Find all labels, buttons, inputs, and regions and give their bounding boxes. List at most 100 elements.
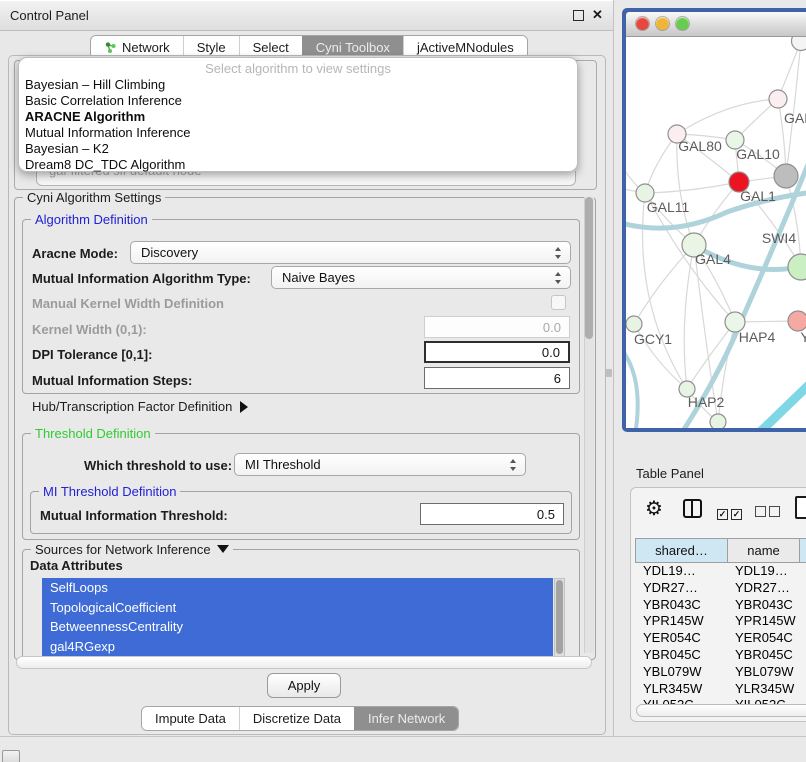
node-label-HAP2: HAP2 [688, 394, 725, 410]
kernel-width-label: Kernel Width (0,1): [32, 322, 147, 337]
table-cell: YER054C [735, 630, 793, 647]
column-header-name[interactable]: name [728, 538, 800, 563]
data-attributes-list[interactable]: SelfLoopsTopologicalCoefficientBetweenne… [42, 578, 553, 657]
table-cell: YLR345W [643, 681, 702, 698]
aracne-mode-label: Aracne Mode: [32, 246, 118, 261]
network-selector-combobox[interactable]: gal-filtered sif default node [36, 171, 576, 186]
gear-icon[interactable]: ⚙ [645, 496, 663, 521]
network-window-titlebar[interactable] [626, 12, 806, 37]
table-horizontal-scrollbar[interactable] [636, 704, 806, 717]
minimize-traffic-light[interactable] [656, 17, 669, 30]
network-edge[interactable] [643, 193, 687, 389]
close-icon[interactable]: ✕ [592, 7, 603, 23]
algorithm-option[interactable]: ARACNE Algorithm [19, 109, 577, 125]
algorithm-option[interactable]: Bayesian – K2 [19, 141, 577, 157]
tab-infer-network[interactable]: Infer Network [354, 707, 458, 730]
mi-type-combobox[interactable]: Naive Bayes [271, 266, 571, 289]
table-row[interactable]: YBR045CYBR045C9. [635, 647, 806, 664]
table-cell: YBR043C [643, 597, 701, 614]
apply-button[interactable]: Apply [267, 673, 341, 698]
table-cell: YIL052C [643, 697, 694, 704]
data-attribute-item[interactable]: gal4RGexp [42, 637, 553, 657]
columns-icon[interactable] [683, 499, 702, 518]
aracne-mode-combobox[interactable]: Discovery [130, 241, 571, 264]
network-edge[interactable] [626, 345, 638, 428]
algorithm-option[interactable]: Basic Correlation Inference [19, 93, 577, 109]
kernel-width-field[interactable]: 0.0 [424, 316, 570, 338]
table-cell: YPR145W [735, 613, 796, 630]
tab-impute-data[interactable]: Impute Data [142, 707, 239, 730]
table-cell: YDL19… [643, 563, 696, 580]
network-edge[interactable] [645, 182, 739, 193]
network-node[interactable] [710, 414, 726, 428]
attributes-scrollbar[interactable] [554, 578, 565, 657]
mi-threshold-field[interactable]: 0.5 [420, 503, 564, 525]
network-node-Y[interactable] [788, 311, 806, 331]
table-cell: YLR345W [735, 681, 794, 698]
network-edge[interactable] [645, 134, 677, 193]
settings-horizontal-scrollbar[interactable] [16, 656, 592, 669]
algorithm-option[interactable]: Dream8 DC_TDC Algorithm [19, 157, 577, 173]
table-row[interactable]: YLR345WYLR345W9. [635, 681, 806, 698]
column-header-A[interactable]: A [800, 538, 806, 563]
hub-definition-expander[interactable]: Hub/Transcription Factor Definition [32, 399, 248, 414]
node-label-Y: Y [800, 329, 806, 345]
column-header-shared[interactable]: shared… [635, 538, 728, 563]
minimized-panel-icon[interactable] [2, 750, 20, 762]
aracne-mode-value: Discovery [141, 245, 198, 260]
network-node-SWI4[interactable] [788, 254, 806, 280]
table-cell: YER054C [643, 630, 701, 647]
network-node[interactable] [792, 37, 806, 51]
which-threshold-combobox[interactable]: MI Threshold [234, 453, 526, 476]
mi-steps-field[interactable]: 6 [424, 367, 570, 389]
table-row[interactable]: YIL052CYIL052C9 [635, 697, 806, 704]
mi-type-value: Naive Bayes [282, 270, 355, 285]
node-label-GCY1: GCY1 [634, 331, 672, 347]
data-attribute-item[interactable]: SelfLoops [42, 578, 553, 598]
node-label-GAL80: GAL80 [678, 138, 722, 154]
attributes-scrollbar-thumb[interactable] [556, 580, 563, 654]
data-attribute-item[interactable]: TopologicalCoefficient [42, 598, 553, 618]
tab-label: Discretize Data [253, 711, 341, 726]
sources-legend: Sources for Network Inference [31, 542, 233, 557]
node-label-GAL4: GAL4 [695, 251, 731, 267]
split-pane-handle[interactable] [606, 369, 612, 377]
deselect-all-columns-icon[interactable] [755, 504, 783, 522]
network-canvas[interactable]: GALGAL80GAL10GAL1GAL11GAL4SWI4GCY1HAP4YH… [626, 37, 806, 428]
dpi-tolerance-field[interactable]: 0.0 [424, 341, 570, 363]
settings-scrollbar[interactable] [584, 197, 594, 653]
network-edge[interactable] [677, 99, 778, 134]
algorithm-option[interactable]: Mutual Information Inference [19, 125, 577, 141]
network-node-GCY1[interactable] [626, 316, 642, 332]
new-table-icon[interactable] [795, 496, 806, 519]
cyni-algorithm-settings-legend: Cyni Algorithm Settings [23, 190, 165, 205]
expand-right-icon[interactable] [240, 401, 248, 413]
network-edge[interactable] [760, 378, 806, 428]
table-row[interactable]: YBL079WYBL079W [635, 664, 806, 681]
close-traffic-light[interactable] [636, 17, 649, 30]
algorithm-option[interactable]: Bayesian – Hill Climbing [19, 77, 577, 93]
combobox-stepper-icon [510, 458, 517, 472]
table-row[interactable]: YPR145WYPR145W9. [635, 613, 806, 630]
algorithm-dropdown: Select algorithm to view settings Bayesi… [18, 57, 578, 172]
table-row[interactable]: YDR27…YDR27…12 [635, 580, 806, 597]
table-row[interactable]: YBR043CYBR043C [635, 597, 806, 614]
zoom-traffic-light[interactable] [676, 17, 689, 30]
table-cell: YIL052C [735, 697, 786, 704]
float-window-icon[interactable] [573, 10, 584, 21]
tab-discretize-data[interactable]: Discretize Data [239, 707, 354, 730]
settings-scrollbar-thumb[interactable] [585, 197, 593, 339]
network-node-GAL[interactable] [769, 90, 787, 108]
data-attributes-label: Data Attributes [30, 558, 123, 573]
table-row[interactable]: YER054CYER054C8. [635, 630, 806, 647]
select-all-columns-icon[interactable]: ✓✓ [717, 504, 745, 522]
manual-kernel-checkbox[interactable] [551, 295, 566, 310]
data-attribute-item[interactable]: BetweennessCentrality [42, 617, 553, 637]
collapse-down-icon[interactable] [217, 545, 229, 553]
network-edge[interactable] [684, 245, 694, 389]
network-node[interactable] [774, 164, 798, 188]
tab-label: Network [122, 40, 170, 55]
algorithm-dropdown-placeholder: Select algorithm to view settings [19, 60, 577, 77]
node-label-SWI4: SWI4 [762, 230, 796, 246]
table-row[interactable]: YDL19…YDL19…13 [635, 563, 806, 580]
